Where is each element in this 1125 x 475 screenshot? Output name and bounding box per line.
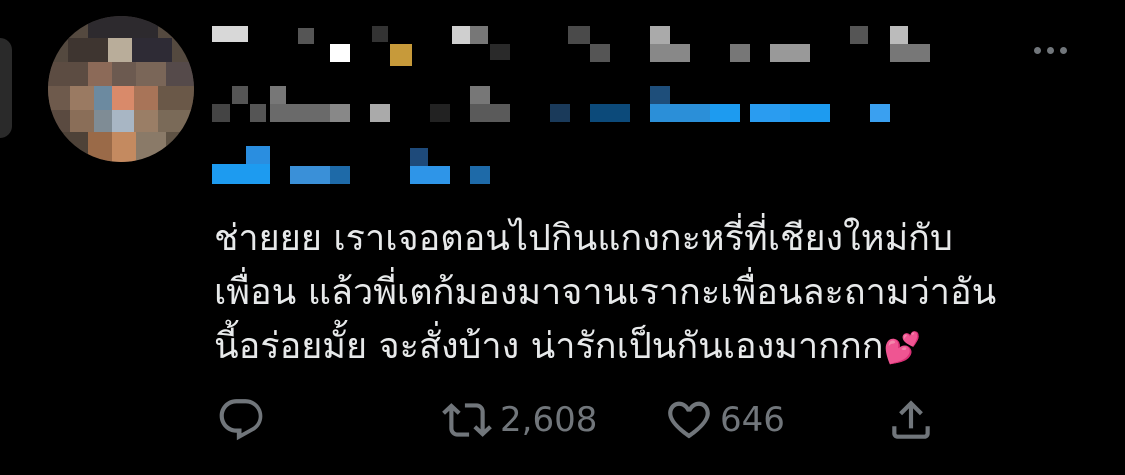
tweet-text-line: เพื่อน แล้วพี่เตก้มองมาจานเรากะเพื่อนละถ… (214, 272, 997, 313)
reply-icon (219, 399, 263, 441)
tweet-actions: 2,608 646 (0, 392, 1125, 448)
more-options-button[interactable] (1018, 30, 1082, 70)
retweet-button[interactable]: 2,608 (440, 392, 597, 448)
share-icon (892, 400, 930, 439)
tweet-text: ช่ายยย เราเจอตอนไปกินแกงกะหรี่ที่เชียงให… (214, 212, 1094, 376)
tweet-text-line-content: นี้อร่อยมั้ย จะสั่งบ้าง น่ารักเป็นกันเอง… (214, 326, 884, 367)
like-count: 646 (720, 400, 785, 440)
more-dot (1033, 46, 1041, 54)
more-dot (1046, 46, 1054, 54)
retweet-count: 2,608 (500, 400, 598, 440)
tweet-text-line: ช่ายยย เราเจอตอนไปกินแกงกะหรี่ที่เชียงให… (214, 218, 953, 259)
heart-icon (668, 401, 710, 439)
avatar[interactable] (48, 16, 194, 162)
share-button[interactable] (886, 392, 936, 448)
tweet-text-line-last: นี้อร่อยมั้ย จะสั่งบ้าง น่ารักเป็นกันเอง… (214, 320, 1094, 376)
two-hearts-emoji: 💕 (883, 331, 921, 366)
tweet[interactable]: ช่ายยย เราเจอตอนไปกินแกงกะหรี่ที่เชียงให… (0, 0, 1125, 475)
retweet-icon (442, 403, 492, 437)
like-button[interactable]: 646 (664, 392, 785, 448)
reply-button[interactable] (216, 392, 266, 448)
more-dot (1059, 46, 1067, 54)
scroll-edge-shape (0, 38, 12, 138)
